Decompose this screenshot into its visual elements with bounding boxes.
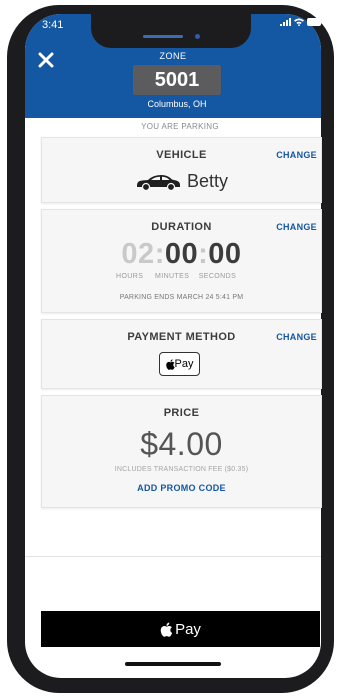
duration-change-link[interactable]: CHANGE <box>276 222 317 232</box>
price-amount: $4.00 <box>140 426 223 462</box>
notch <box>91 14 251 48</box>
vehicle-name: Betty <box>186 171 229 191</box>
close-button[interactable] <box>38 50 54 72</box>
timer-hours: 02 <box>121 238 155 270</box>
vehicle-change-link[interactable]: CHANGE <box>276 150 317 160</box>
add-promo-code-link[interactable]: ADD PROMO CODE <box>42 483 321 493</box>
timer-minutes: 00 <box>164 238 199 270</box>
unit-seconds: SECONDS <box>198 273 237 280</box>
close-icon <box>38 52 54 68</box>
signal-icon <box>280 18 291 26</box>
duration-card: DURATION CHANGE 02:00:00 HOURS MINUTES S… <box>41 209 322 313</box>
timer-seconds: 00 <box>208 238 242 270</box>
car-icon <box>136 174 180 191</box>
timer-units: HOURS MINUTES SECONDS <box>116 273 236 280</box>
apple-icon <box>160 622 173 637</box>
transaction-fee-note: INCLUDES TRANSACTION FEE ($0.35) <box>114 466 249 473</box>
divider <box>25 556 321 557</box>
zone-label: ZONE <box>159 51 187 61</box>
status-icons <box>280 18 323 26</box>
duration-timer: 02:00:00 <box>42 238 321 271</box>
payment-card: PAYMENT METHOD CHANGE Pay <box>41 319 322 389</box>
battery-icon <box>307 18 323 26</box>
price-title: PRICE <box>163 407 200 419</box>
apple-pay-button-label: Pay <box>175 620 201 638</box>
notch-camera <box>195 34 200 39</box>
vehicle-card: VEHICLE CHANGE Betty <box>41 137 322 203</box>
parking-label: YOU ARE PARKING <box>141 122 219 131</box>
timer-sep-2: : <box>198 238 209 270</box>
parking-ends: PARKING ENDS MARCH 24 5:41 PM <box>119 294 244 301</box>
notch-speaker <box>143 35 183 38</box>
unit-minutes: MINUTES <box>155 273 190 280</box>
apple-pay-badge: Pay <box>159 352 200 376</box>
apple-icon <box>165 358 175 370</box>
zone-city: Columbus, OH <box>147 99 207 109</box>
price-card: PRICE $4.00 INCLUDES TRANSACTION FEE ($0… <box>41 395 322 508</box>
vehicle-row: Betty <box>42 171 321 192</box>
status-time: 3:41 <box>42 19 64 31</box>
payment-change-link[interactable]: CHANGE <box>276 332 317 342</box>
unit-hours: HOURS <box>116 273 144 280</box>
apple-pay-badge-text: Pay <box>174 358 194 370</box>
apple-pay-button[interactable]: Pay <box>41 611 320 647</box>
wifi-icon <box>294 18 304 26</box>
zone-number: 5001 <box>133 65 221 95</box>
home-indicator[interactable] <box>125 662 221 666</box>
timer-sep-1: : <box>154 238 165 270</box>
